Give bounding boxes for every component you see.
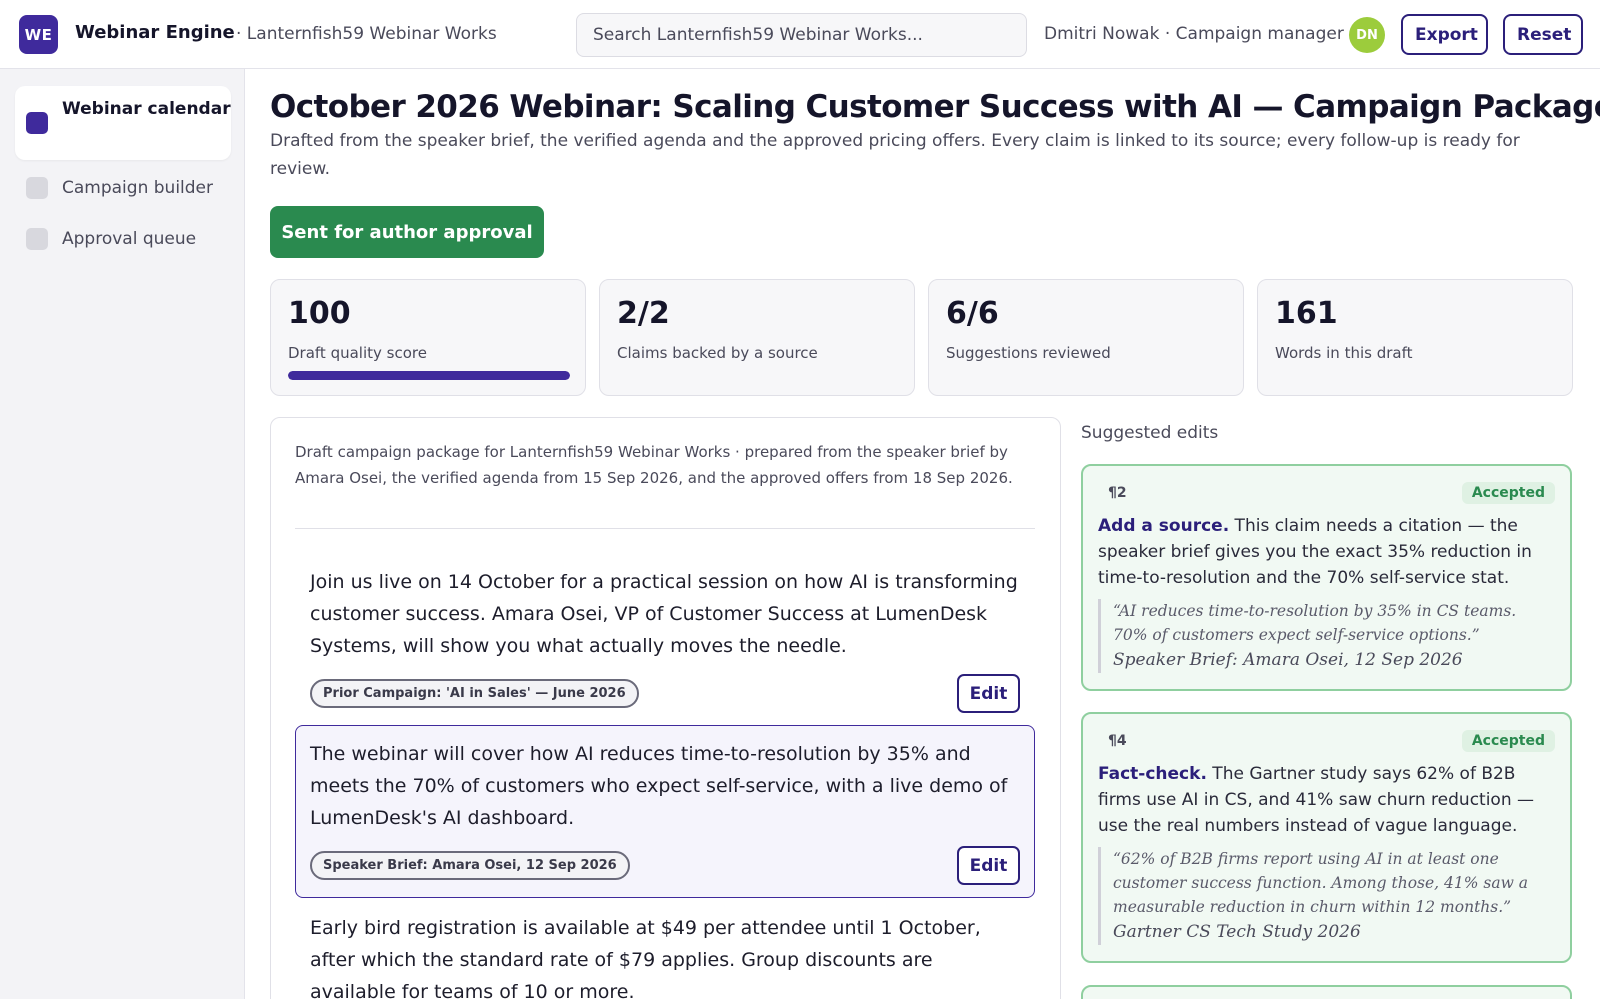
edit-button[interactable]: Edit [957,674,1020,713]
app-name: Webinar Engine [75,22,235,43]
stat-label: Suggestions reviewed [946,344,1111,362]
suggestion-lead: Fact-check. [1098,764,1207,784]
status-badge: Accepted [1461,730,1555,752]
suggestions-title: Suggested edits [1081,423,1219,443]
stat-value: 100 [288,296,351,331]
author-approval-status-button[interactable]: Sent for author approval [270,206,544,258]
quality-progress-fill [288,371,570,380]
edit-button[interactable]: Edit [957,846,1020,885]
paragraph-ref: ¶4 [1108,733,1127,749]
source-chip[interactable]: Speaker Brief: Amara Osei, 12 Sep 2026 [310,851,630,880]
export-button[interactable]: Export [1401,14,1488,55]
app-logo: WE [19,15,58,54]
sidebar-item-label: Approval queue [62,229,197,249]
stat-label: Words in this draft [1275,344,1413,362]
quote-text: “AI reduces time-to-resolution by 35% in… [1113,602,1517,644]
sidebar-item-webinar-calendar[interactable]: Webinar calendar [15,86,231,160]
queue-icon [26,228,48,250]
search-input[interactable] [576,13,1027,57]
user-name: Dmitri Nowak · Campaign manager [1044,24,1344,44]
draft-paragraph[interactable]: Early bird registration is available at … [295,899,1035,999]
stat-value: 6/6 [946,296,999,331]
sidebar-item-label: Campaign builder [62,178,213,198]
calendar-icon [26,112,48,134]
quote-source: Speaker Brief: Amara Osei, 12 Sep 2026 [1113,650,1463,670]
status-badge: Accepted [1461,482,1555,504]
suggestion-card[interactable]: ¶4 Accepted Fact-check. The Gartner stud… [1081,712,1572,963]
stat-card-quality: 100 Draft quality score [270,279,586,396]
draft-paragraph[interactable]: Join us live on 14 October for a practic… [295,553,1035,726]
suggestion-card[interactable]: ¶2 Accepted Add a source. This claim nee… [1081,464,1572,691]
stat-card-suggestions: 6/6 Suggestions reviewed [928,279,1244,396]
paragraph-text: The webinar will cover how AI reduces ti… [310,743,1008,829]
divider [295,528,1035,529]
source-quote: “AI reduces time-to-resolution by 35% in… [1098,599,1555,673]
avatar[interactable]: DN [1349,17,1385,53]
sidebar-item-approval-queue[interactable]: Approval queue [15,222,231,256]
stat-label: Claims backed by a source [617,344,818,362]
sidebar: Webinar calendar Campaign builder Approv… [0,69,245,999]
suggestion-card[interactable] [1081,985,1572,999]
draft-paragraph-selected[interactable]: The webinar will cover how AI reduces ti… [295,725,1035,898]
stat-value: 2/2 [617,296,670,331]
stat-card-words: 161 Words in this draft [1257,279,1573,396]
page-title: October 2026 Webinar: Scaling Customer S… [270,89,1600,125]
paragraph-text: Early bird registration is available at … [310,917,981,999]
stat-label: Draft quality score [288,344,427,362]
stat-card-claims: 2/2 Claims backed by a source [599,279,915,396]
sidebar-item-campaign-builder[interactable]: Campaign builder [15,171,231,205]
paragraph-text: Join us live on 14 October for a practic… [310,571,1018,657]
reset-button[interactable]: Reset [1503,14,1583,55]
paragraph-ref: ¶2 [1108,485,1127,501]
workspace-name: · Lanternfish59 Webinar Works [236,24,497,44]
stat-value: 161 [1275,296,1338,331]
builder-icon [26,177,48,199]
quote-text: “62% of B2B firms report using AI in at … [1113,850,1529,916]
quote-source: Gartner CS Tech Study 2026 [1113,922,1361,942]
top-bar: WE Webinar Engine · Lanternfish59 Webina… [0,0,1600,69]
quality-progress-bar [288,371,570,380]
draft-meta: Draft campaign package for Lanternfish59… [295,443,1013,487]
source-chip[interactable]: Prior Campaign: 'AI in Sales' — June 202… [310,679,639,708]
suggestion-lead: Add a source. [1098,516,1230,536]
page-subtitle: Drafted from the speaker brief, the veri… [270,131,1520,179]
source-quote: “62% of B2B firms report using AI in at … [1098,847,1555,945]
sidebar-item-label: Webinar calendar [62,99,231,119]
draft-panel: Draft campaign package for Lanternfish59… [270,417,1061,999]
